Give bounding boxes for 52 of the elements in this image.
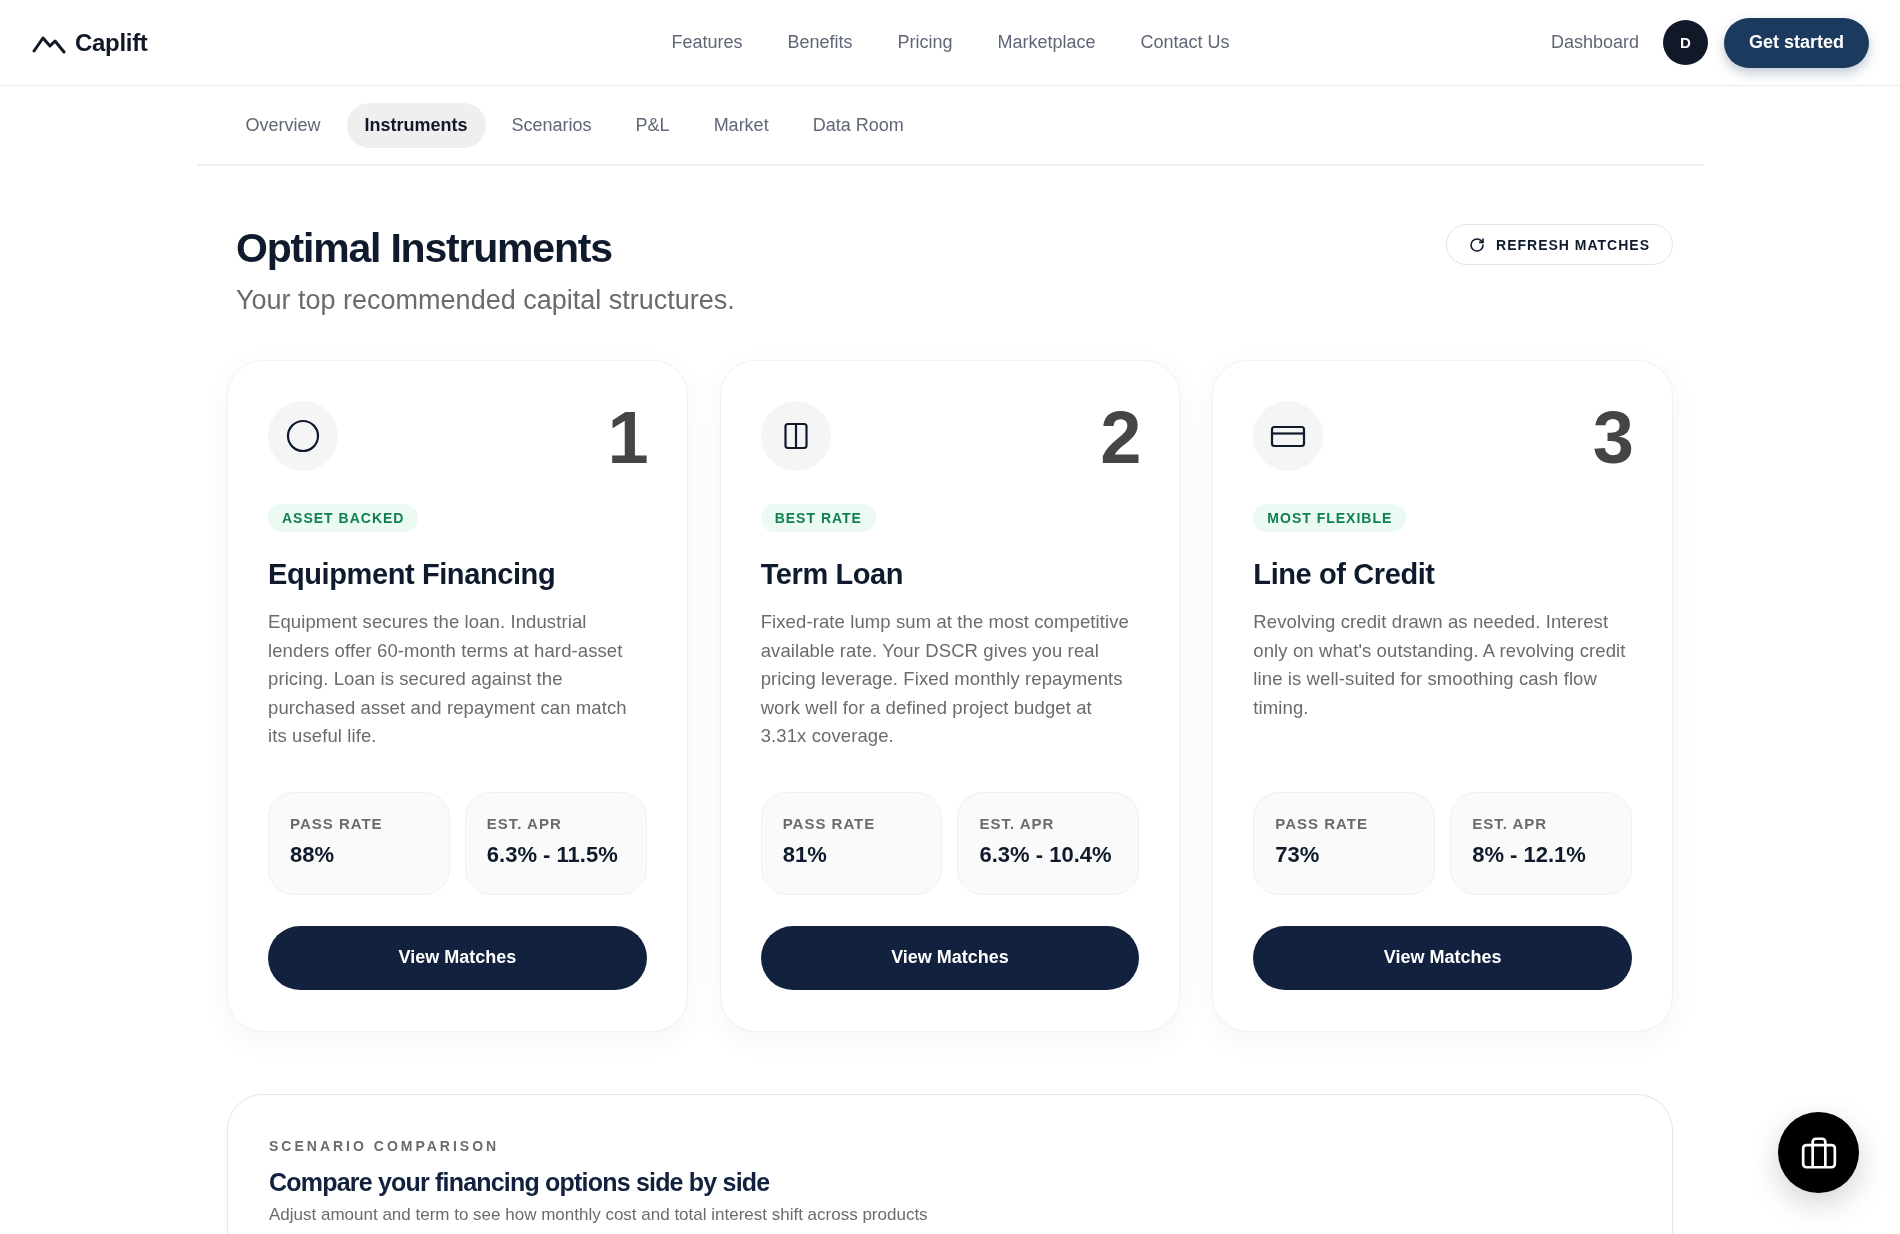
tab[interactable]: Data Room xyxy=(794,103,922,148)
view-matches-button[interactable]: View Matches xyxy=(1253,925,1632,990)
section-description: Adjust amount and term to see how monthly cost and total interest shift across products xyxy=(269,1203,928,1226)
logo-text[interactable]: Caplift xyxy=(75,28,148,57)
stat-value: 8% - 12.1% xyxy=(1472,840,1586,869)
credit-card-icon xyxy=(1253,401,1324,471)
tab[interactable]: Scenarios xyxy=(493,103,610,148)
section-title: Compare your financing options side by side xyxy=(269,1166,770,1198)
ring-icon xyxy=(268,401,338,471)
category-badge: ASSET BACKED xyxy=(268,504,419,532)
nav-link[interactable]: Features xyxy=(671,32,743,53)
stat-value: 6.3% - 10.4% xyxy=(979,840,1112,869)
card-title: Equipment Financing xyxy=(268,557,556,592)
refresh-matches-button[interactable]: REFRESH MATCHES xyxy=(1446,224,1673,265)
section-eyebrow: SCENARIO COMPARISON xyxy=(269,1136,500,1155)
refresh-icon xyxy=(1469,236,1486,253)
card-title: Term Loan xyxy=(760,557,904,592)
stat-label: EST. APR xyxy=(1472,814,1548,833)
get-started-button[interactable]: Get started xyxy=(1723,17,1869,68)
tab[interactable]: P&L xyxy=(617,103,688,148)
stat-value: 81% xyxy=(782,840,827,869)
rank-number: 2 xyxy=(1100,401,1140,475)
nav-link[interactable]: Benefits xyxy=(787,32,853,53)
stat-value: 6.3% - 11.5% xyxy=(486,840,618,869)
rank-number: 3 xyxy=(1592,401,1632,475)
stat-label: EST. APR xyxy=(486,814,562,833)
stat-value: 73% xyxy=(1275,840,1320,869)
tab[interactable]: Overview xyxy=(227,103,339,148)
page-title: Optimal Instruments xyxy=(236,224,613,273)
page-subtitle: Your top recommended capital structures. xyxy=(236,284,735,317)
view-matches-button[interactable]: View Matches xyxy=(268,925,647,990)
card-description: Equipment secures the loan. Industrial lenders offer 60-month terms at hard-asset pricing. Loan is secured against the purchased asset and repayment can match its useful life. xyxy=(268,610,628,748)
category-badge: MOST FLEXIBLE xyxy=(1253,504,1407,532)
view-matches-button[interactable]: View Matches xyxy=(760,925,1140,990)
nav-link[interactable]: Marketplace xyxy=(997,32,1096,53)
tab[interactable]: Instruments xyxy=(346,103,486,148)
nav-link[interactable]: Contact Us xyxy=(1140,32,1230,53)
avatar[interactable]: D xyxy=(1662,20,1708,65)
category-badge: BEST RATE xyxy=(760,504,876,532)
card-description: Fixed-rate lump sum at the most competitive available rate. Your DSCR gives you real pricing leverage. Fixed monthly repayments work well for a defined project budget at 3.31x coverage. xyxy=(760,610,1130,748)
card-description: Revolving credit drawn as needed. Interest only on what's outstanding. A revolving credit line is well-suited for smoothing cash flow timing. xyxy=(1253,610,1627,720)
tab[interactable]: Market xyxy=(695,103,787,148)
stat-label: PASS RATE xyxy=(782,814,876,833)
stat-label: EST. APR xyxy=(979,814,1055,833)
columns-icon xyxy=(760,401,831,471)
stat-value: 88% xyxy=(290,840,335,869)
dashboard-link[interactable]: Dashboard xyxy=(1550,32,1639,53)
nav-link[interactable]: Pricing xyxy=(897,32,953,53)
rank-number: 1 xyxy=(607,401,647,475)
card-title: Line of Credit xyxy=(1253,557,1435,592)
stat-label: PASS RATE xyxy=(290,814,383,833)
stat-label: PASS RATE xyxy=(1275,814,1368,833)
